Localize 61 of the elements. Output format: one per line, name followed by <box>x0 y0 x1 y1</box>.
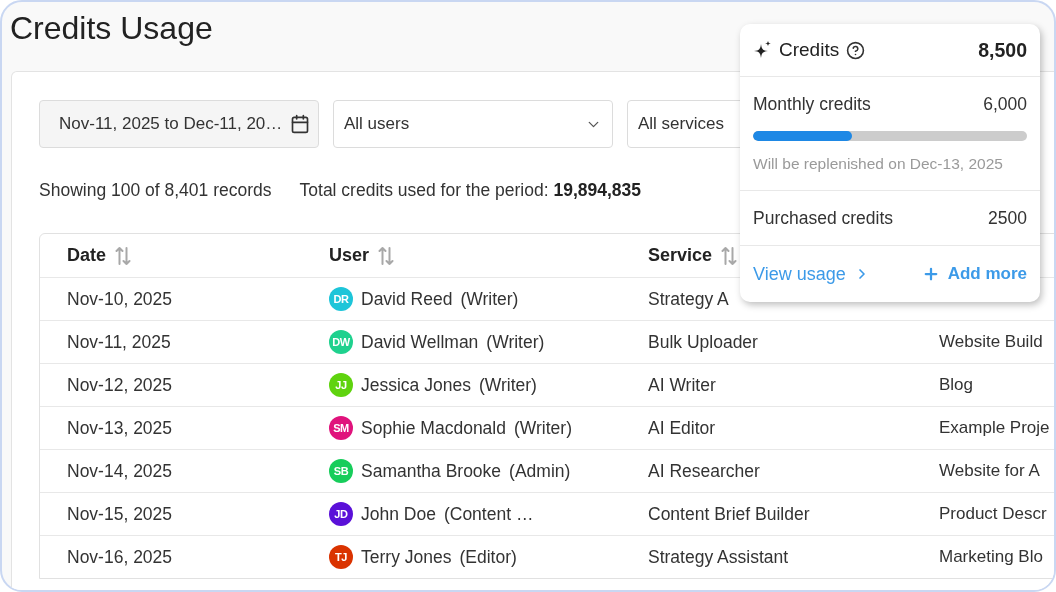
date-cell-text: Nov-10, 2025 <box>66 288 174 310</box>
replenish-note: Will be replenished on Dec-13, 2025 <box>753 155 1004 173</box>
user-role: (Content … <box>443 503 534 525</box>
purchased-credits-value: 2500 <box>988 207 1027 229</box>
column-header[interactable]: Date <box>40 245 329 266</box>
records-count-text: Showing 100 of 8,401 records <box>39 179 272 201</box>
service-cell-text: Content Brief Builder <box>648 503 811 525</box>
date-cell-text: Nov-15, 2025 <box>66 503 174 525</box>
service-cell-text: Strategy Assistant <box>648 546 790 568</box>
date-cell-text: Nov-12, 2025 <box>66 374 174 396</box>
user-name: John Doe <box>361 503 436 525</box>
user-role: (Editor) <box>459 546 517 568</box>
monthly-credits-value: 6,000 <box>983 94 1027 115</box>
user-avatar: TJ <box>329 545 353 569</box>
user-name: Terry Jones <box>361 546 452 568</box>
service-cell-text: AI Researcher <box>648 460 761 482</box>
calendar-icon[interactable] <box>290 114 310 134</box>
date-range-field[interactable]: Nov-11, 2025 to Dec-11, 20… <box>39 100 319 148</box>
user-name: Sophie Macdonald <box>361 417 506 439</box>
total-credits-text: Total credits used for the period: 19,894,835 <box>299 179 641 201</box>
project-cell-text: Website for A <box>939 461 1041 481</box>
purchased-credits-label: Purchased credits <box>753 207 894 229</box>
user-role: (Writer) <box>513 417 572 439</box>
user-name: Samantha Brooke <box>361 460 502 482</box>
sort-icon[interactable] <box>721 245 738 266</box>
user-role: (Writer) <box>486 331 545 353</box>
user-name: Jessica Jones <box>361 374 471 396</box>
user-name: David Wellman <box>361 331 479 353</box>
page-title: Credits Usage <box>10 9 213 48</box>
project-cell-text: Example Proje <box>939 418 1051 438</box>
project-cell-text: Blog <box>939 375 975 395</box>
project-cell-text: Product Descr <box>939 504 1048 524</box>
date-cell-text: Nov-14, 2025 <box>66 460 174 482</box>
service-cell-text: AI Writer <box>648 374 717 396</box>
user-role: (Admin) <box>509 460 571 482</box>
credits-total: 8,500 <box>978 38 1027 62</box>
project-cell-text: Website Build <box>939 332 1044 352</box>
date-cell-text: Nov-13, 2025 <box>66 417 174 439</box>
user-avatar: JJ <box>329 373 353 397</box>
service-cell-text: Bulk Uploader <box>648 331 759 353</box>
project-cell-text: Marketing Blo <box>939 547 1044 567</box>
user-role: (Writer) <box>478 374 537 396</box>
credits-title: Credits <box>779 39 840 61</box>
user-avatar: SB <box>329 459 353 483</box>
column-header[interactable]: User <box>329 245 648 266</box>
date-cell-text: Nov-16, 2025 <box>66 546 174 568</box>
help-icon[interactable] <box>846 40 866 60</box>
column-header[interactable]: Service <box>648 245 939 266</box>
user-avatar: JD <box>329 502 353 526</box>
sort-icon[interactable] <box>115 245 131 266</box>
user-avatar: DR <box>329 287 353 311</box>
sort-icon[interactable] <box>378 245 395 266</box>
date-cell-text: Nov-11, 2025 <box>66 331 172 353</box>
user-select[interactable]: All users <box>333 100 613 148</box>
monthly-credits-label: Monthly credits <box>753 94 871 115</box>
user-avatar: DW <box>329 330 353 354</box>
service-cell-text: AI Editor <box>648 417 717 439</box>
user-role: (Writer) <box>460 288 519 310</box>
user-name: David Reed <box>361 288 453 310</box>
user-avatar: SM <box>329 416 353 440</box>
service-cell-text: Strategy A <box>648 288 730 310</box>
